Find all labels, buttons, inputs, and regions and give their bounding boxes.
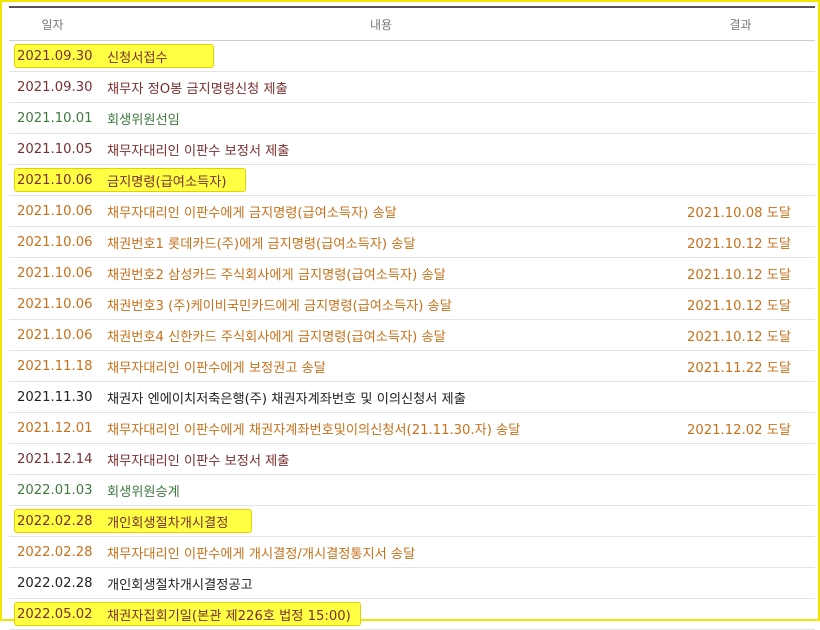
row-date: 2021.09.30 xyxy=(17,48,93,64)
table-row: 2021.10.06 금지명령(급여소득자) xyxy=(9,165,815,196)
row-date: 2021.10.06 xyxy=(17,296,93,312)
row-content: 채무자대리인 이판수 보정서 제출 xyxy=(107,453,290,469)
row-result: 2021.10.12 도달 xyxy=(687,236,791,252)
table-row: 2021.11.30 채권자 엔에이치저축은행(주) 채권자계좌번호 및 이의신청… xyxy=(9,382,815,413)
row-content: 회생위원선임 xyxy=(107,112,180,128)
row-content: 회생위원승계 xyxy=(107,484,180,500)
table-row: 2021.10.06 채권번호1 롯데카드(주)에게 금지명령(급여소득자) 송달… xyxy=(9,227,815,258)
row-date: 2021.10.06 xyxy=(17,327,93,343)
table-row: 2021.10.06 채권번호2 삼성카드 주식회사에게 금지명령(급여소득자) … xyxy=(9,258,815,289)
row-content: 개인회생절차개시결정공고 xyxy=(107,577,253,593)
table-row: 2022.01.03 회생위원승계 xyxy=(9,475,815,506)
row-date: 2021.10.06 xyxy=(17,203,93,219)
table-row: 2021.10.06 채권번호3 (주)케이비국민카드에게 금지명령(급여소득자)… xyxy=(9,289,815,320)
row-content: 채권번호2 삼성카드 주식회사에게 금지명령(급여소득자) 송달 xyxy=(107,267,446,283)
row-content: 개인회생절차개시결정 xyxy=(107,515,229,531)
row-result: 2021.10.12 도달 xyxy=(687,329,791,345)
row-date: 2022.02.28 xyxy=(17,513,93,529)
row-date: 2021.09.30 xyxy=(17,79,93,95)
row-content: 채권번호4 신한카드 주식회사에게 금지명령(급여소득자) 송달 xyxy=(107,329,446,345)
table-row: 2021.11.18 채무자대리인 이판수에게 보정권고 송달 2021.11.22… xyxy=(9,351,815,382)
table-row: 2021.09.30 채무자 정O봉 금지명령신청 제출 xyxy=(9,72,815,103)
row-date: 2021.11.30 xyxy=(17,389,93,405)
case-progress-table: 일자 내용 결과 2021.09.30 신청서접수 2021.09.30 채무자 정O… xyxy=(9,6,815,630)
row-content: 채무자대리인 이판수에게 채권자계좌번호및이의신청서(21.11.30.자) 송… xyxy=(107,422,521,438)
row-result: 2021.12.02 도달 xyxy=(687,422,791,438)
row-date: 2021.10.06 xyxy=(17,172,93,188)
table-body: 2021.09.30 신청서접수 2021.09.30 채무자 정O봉 금지명령신청 … xyxy=(9,41,815,630)
row-result: 2021.10.12 도달 xyxy=(687,298,791,314)
table-header: 일자 내용 결과 xyxy=(9,6,815,41)
table-row: 2022.02.28 개인회생절차개시결정 xyxy=(9,506,815,537)
row-content: 채무자대리인 이판수에게 금지명령(급여소득자) 송달 xyxy=(107,205,397,221)
row-date: 2021.12.01 xyxy=(17,420,93,436)
table-row: 2021.10.05 채무자대리인 이판수 보정서 제출 xyxy=(9,134,815,165)
table-row: 2022.02.28 개인회생절차개시결정공고 xyxy=(9,568,815,599)
table-row: 2021.10.01 회생위원선임 xyxy=(9,103,815,134)
table-row: 2021.12.14 채무자대리인 이판수 보정서 제출 xyxy=(9,444,815,475)
header-result: 결과 xyxy=(729,17,752,32)
table-row: 2022.05.02 채권자집회기일(본관 제226호 법정 15:00) xyxy=(9,599,815,630)
table-row: 2021.09.30 신청서접수 xyxy=(9,41,815,72)
row-content: 채무자대리인 이판수에게 개시결정/개시결정통지서 송달 xyxy=(107,546,416,562)
row-content: 채권번호3 (주)케이비국민카드에게 금지명령(급여소득자) 송달 xyxy=(107,298,452,314)
row-content: 채무자대리인 이판수에게 보정권고 송달 xyxy=(107,360,326,376)
row-date: 2021.10.06 xyxy=(17,265,93,281)
table-row: 2022.02.28 채무자대리인 이판수에게 개시결정/개시결정통지서 송달 xyxy=(9,537,815,568)
table-row: 2021.12.01 채무자대리인 이판수에게 채권자계좌번호및이의신청서(21.… xyxy=(9,413,815,444)
row-date: 2021.11.18 xyxy=(17,358,93,374)
row-content: 신청서접수 xyxy=(107,50,168,66)
row-content: 채무자 정O봉 금지명령신청 제출 xyxy=(107,81,288,97)
row-date: 2022.02.28 xyxy=(17,544,93,560)
row-date: 2022.05.02 xyxy=(17,606,93,622)
row-date: 2021.10.05 xyxy=(17,141,93,157)
row-content: 채무자대리인 이판수 보정서 제출 xyxy=(107,143,290,159)
row-date: 2021.10.01 xyxy=(17,110,93,126)
row-date: 2021.10.06 xyxy=(17,234,93,250)
table-row: 2021.10.06 채무자대리인 이판수에게 금지명령(급여소득자) 송달 202… xyxy=(9,196,815,227)
row-result: 2021.10.08 도달 xyxy=(687,205,791,221)
row-date: 2022.02.28 xyxy=(17,575,93,591)
row-content: 금지명령(급여소득자) xyxy=(107,174,227,190)
row-result: 2021.11.22 도달 xyxy=(687,360,791,376)
row-content: 채권자 엔에이치저축은행(주) 채권자계좌번호 및 이의신청서 제출 xyxy=(107,391,466,407)
row-date: 2022.01.03 xyxy=(17,482,93,498)
header-content: 내용 xyxy=(369,17,393,32)
header-date: 일자 xyxy=(41,17,64,32)
row-date: 2021.12.14 xyxy=(17,451,93,467)
table-row: 2021.10.06 채권번호4 신한카드 주식회사에게 금지명령(급여소득자) … xyxy=(9,320,815,351)
row-content: 채권번호1 롯데카드(주)에게 금지명령(급여소득자) 송달 xyxy=(107,236,416,252)
row-result: 2021.10.12 도달 xyxy=(687,267,791,283)
